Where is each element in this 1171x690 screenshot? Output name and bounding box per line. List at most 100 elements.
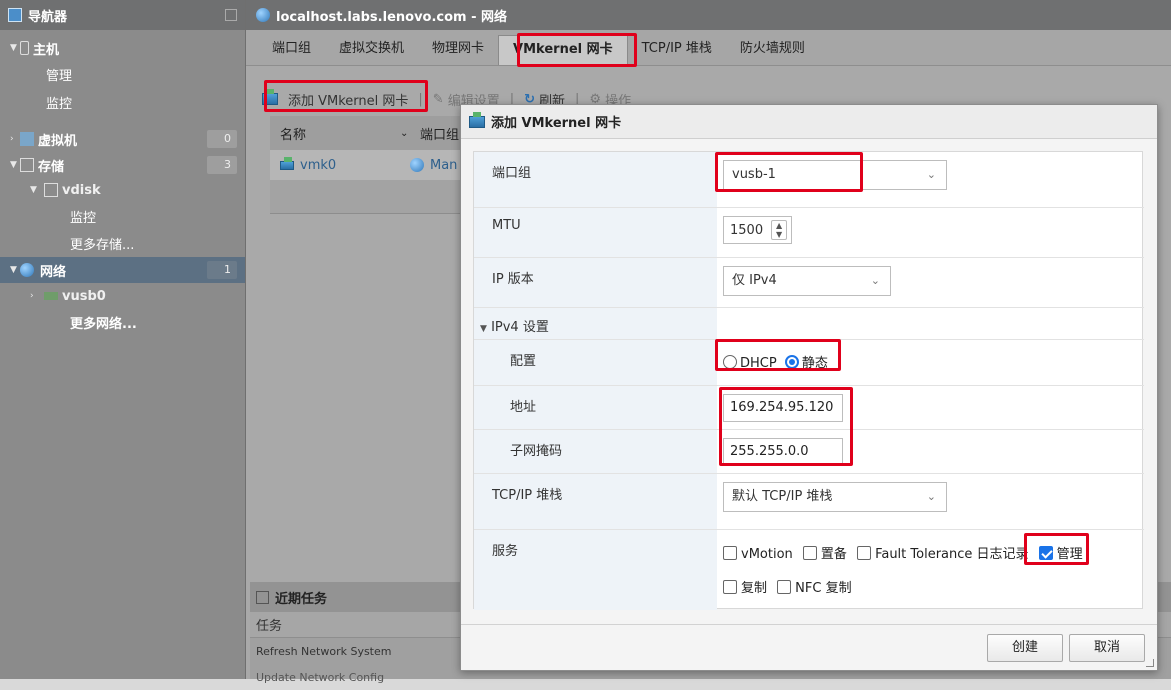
row-address: 地址 169.254.95.120 <box>474 386 1144 430</box>
expand-arrow-icon[interactable]: ▼ <box>10 160 20 170</box>
nav-item-host[interactable]: ▼ 主机 <box>0 35 245 61</box>
portgroup-selected: vusb-1 <box>732 167 776 182</box>
tab-port-groups[interactable]: 端口组 <box>258 35 325 65</box>
service-management[interactable]: 管理 <box>1038 546 1083 562</box>
tab-virtual-switches[interactable]: 虚拟交换机 <box>325 35 418 65</box>
storage-icon <box>20 158 34 172</box>
ip-version-selected: 仅 IPv4 <box>732 273 777 288</box>
row-config: 配置 DHCP 静态 <box>474 340 1144 386</box>
management-checkbox[interactable] <box>1038 546 1053 560</box>
add-vmkernel-nic-button[interactable]: 添加 VMkernel 网卡 <box>262 89 408 109</box>
service-replication[interactable]: 复制 <box>723 580 768 596</box>
tcpip-stack-selected: 默认 TCP/IP 堆栈 <box>732 489 833 504</box>
navigator-panel: 导航器 ▼ 主机 管理 监控 › 虚拟机 0 ▼ 存储 3 ▼ vdisk 监控… <box>0 0 246 679</box>
row-portgroup: 端口组 vusb-1 ⌄ <box>474 152 1144 208</box>
tab-bar: 端口组 虚拟交换机 物理网卡 VMkernel 网卡 TCP/IP 堆栈 防火墙… <box>246 30 1171 66</box>
vmk-name: vmk0 <box>300 157 337 173</box>
nav-item-more-storage[interactable]: 更多存储... <box>0 230 245 256</box>
row-subnet-mask: 子网掩码 255.255.0.0 <box>474 430 1144 474</box>
nav-item-vdisk-monitor[interactable]: 监控 <box>0 203 245 229</box>
replication-checkbox[interactable] <box>723 580 737 594</box>
nav-item-vdisk[interactable]: ▼ vdisk <box>0 177 245 203</box>
services-line-2: 复制 NFC 复制 <box>723 578 1144 600</box>
cancel-button[interactable]: 取消 <box>1069 634 1145 662</box>
expand-arrow-icon[interactable]: › <box>10 134 20 144</box>
expand-arrow-icon[interactable]: ▼ <box>10 265 20 275</box>
fault-tolerance-label: Fault Tolerance 日志记录 <box>875 547 1029 562</box>
row-ip-version: IP 版本 仅 IPv4 ⌄ <box>474 258 1144 308</box>
vmotion-checkbox[interactable] <box>723 546 737 560</box>
create-button[interactable]: 创建 <box>987 634 1063 662</box>
mtu-stepper[interactable]: 1500 ▲ ▼ <box>723 216 793 244</box>
nav-item-vms[interactable]: › 虚拟机 0 <box>0 126 245 152</box>
service-fault-tolerance[interactable]: Fault Tolerance 日志记录 <box>857 546 1029 562</box>
resize-handle-icon[interactable] <box>1146 659 1154 667</box>
nav-item-vusb0[interactable]: › vusb0 <box>0 283 245 309</box>
provisioning-checkbox[interactable] <box>802 546 817 560</box>
address-input[interactable]: 169.254.95.120 <box>723 394 843 422</box>
dialog-title-text: 添加 VMkernel 网卡 <box>491 116 622 131</box>
expand-arrow-icon[interactable]: ▼ <box>10 43 20 53</box>
fault-tolerance-checkbox[interactable] <box>857 546 872 560</box>
portgroup-globe-icon <box>410 158 424 172</box>
static-radio[interactable] <box>784 355 799 369</box>
collapse-icon[interactable] <box>225 9 237 21</box>
nav-item-label: 监控 <box>46 96 73 112</box>
vswitch-icon <box>44 292 58 300</box>
column-header-name[interactable]: 名称 <box>270 124 400 143</box>
service-provisioning[interactable]: 置备 <box>802 546 847 562</box>
ipv4-section-header[interactable]: ▼ IPv4 设置 <box>474 308 717 339</box>
row-mtu: MTU 1500 ▲ ▼ <box>474 208 1144 258</box>
tasks-icon <box>256 590 269 604</box>
tcpip-stack-select[interactable]: 默认 TCP/IP 堆栈 ⌄ <box>723 482 947 512</box>
toolbar-divider: | <box>418 91 423 107</box>
tab-physical-nics[interactable]: 物理网卡 <box>418 35 498 65</box>
sort-chevron-icon[interactable]: ⌄ <box>400 128 410 139</box>
tab-tcpip-stacks[interactable]: TCP/IP 堆栈 <box>628 35 726 65</box>
expand-arrow-icon[interactable]: › <box>30 291 40 301</box>
portgroup-select[interactable]: vusb-1 ⌄ <box>723 160 947 190</box>
nav-item-label: 网络 <box>40 264 67 280</box>
nav-item-monitor[interactable]: 监控 <box>0 89 245 115</box>
column-header-portgroup[interactable]: 端口组 <box>410 124 459 143</box>
row-services: 服务 vMotion 置备 Fault Tolerance 日志记录 管理 复制… <box>474 530 1144 610</box>
count-badge: 1 <box>207 261 237 279</box>
add-vmkernel-nic-dialog: 添加 VMkernel 网卡 端口组 vusb-1 ⌄ MTU 1500 ▲▼ <box>460 104 1158 671</box>
nav-item-networking[interactable]: ▼ 网络 1 <box>0 257 245 283</box>
ipv4-section-label: IPv4 设置 <box>491 320 549 335</box>
subnet-mask-input[interactable]: 255.255.0.0 <box>723 438 843 466</box>
nav-item-more-networks[interactable]: 更多网络... <box>0 309 245 335</box>
subnet-mask-value-cell: 255.255.0.0 <box>717 430 1144 473</box>
ip-version-value-cell: 仅 IPv4 ⌄ <box>717 258 1144 307</box>
grid-cell-name: vmk0 <box>270 156 410 173</box>
expand-arrow-icon[interactable]: ▼ <box>480 324 487 334</box>
network-globe-icon <box>20 263 34 277</box>
nav-item-label: vdisk <box>62 182 101 198</box>
nav-item-label: 更多网络... <box>70 316 137 332</box>
static-label: 静态 <box>801 356 828 371</box>
static-option[interactable]: 静态 <box>784 355 828 371</box>
nav-item-storage[interactable]: ▼ 存储 3 <box>0 152 245 178</box>
host-icon <box>20 41 29 55</box>
tcpip-stack-label: TCP/IP 堆栈 <box>474 474 717 529</box>
ip-version-select[interactable]: 仅 IPv4 ⌄ <box>723 266 891 296</box>
tab-vmkernel-nics[interactable]: VMkernel 网卡 <box>498 35 628 65</box>
chevron-down-icon: ⌄ <box>870 274 880 287</box>
nav-item-label: 管理 <box>46 68 73 84</box>
table-row[interactable]: vmk0 Man <box>270 150 470 180</box>
nic-add-icon <box>469 111 485 128</box>
nav-item-label: 主机 <box>33 42 60 58</box>
replication-label: 复制 <box>741 581 768 596</box>
service-nfc-replication[interactable]: NFC 复制 <box>777 580 852 596</box>
tab-firewall-rules[interactable]: 防火墙规则 <box>726 35 819 65</box>
nfc-replication-checkbox[interactable] <box>777 580 792 594</box>
service-vmotion[interactable]: vMotion <box>723 546 793 562</box>
dhcp-radio[interactable] <box>723 355 737 369</box>
expand-arrow-icon[interactable]: ▼ <box>30 185 40 195</box>
navigator-header: 导航器 <box>0 0 245 30</box>
dhcp-option[interactable]: DHCP <box>723 355 781 371</box>
nav-item-manage[interactable]: 管理 <box>0 61 245 87</box>
stepper-arrows-icon[interactable]: ▲ ▼ <box>771 220 788 240</box>
page-title-text: localhost.labs.lenovo.com - 网络 <box>276 9 508 25</box>
count-badge: 0 <box>207 130 237 148</box>
